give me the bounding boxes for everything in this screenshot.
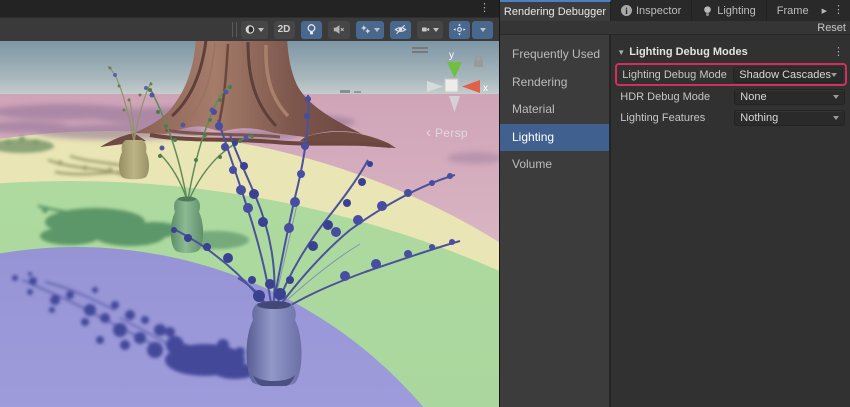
sidebar-item-volume[interactable]: Volume — [500, 151, 609, 179]
perspective-toggle[interactable]: ‹ Persp — [426, 125, 468, 140]
2d-mode-button[interactable]: 2D — [274, 21, 295, 39]
tab-scroll-arrow-icon[interactable]: ▶ — [822, 7, 827, 15]
draw-mode-button[interactable] — [241, 21, 268, 39]
tab-inspector[interactable]: i Inspector — [611, 0, 692, 21]
kebab-menu-icon[interactable]: ⋮ — [833, 47, 844, 58]
scene-view-header: ⋮ — [0, 0, 499, 17]
property-label: HDR Debug Mode — [620, 91, 734, 103]
property-label: Lighting Debug Mode — [622, 69, 733, 81]
hdr-debug-mode-dropdown[interactable]: None — [734, 89, 845, 105]
scene-objects: y x — [0, 41, 499, 407]
lighting-debug-panel: ▼ Lighting Debug Modes ⋮ Lighting Debug … — [611, 35, 850, 407]
gizmo-lock-icon[interactable] — [474, 56, 483, 67]
shading-sphere-icon — [245, 23, 255, 36]
scene-view-toolbar: 2D — [0, 17, 499, 41]
debugger-toolbar: Reset — [500, 21, 850, 35]
light-bulb-icon — [702, 5, 713, 17]
rendering-debugger-pane: Rendering Debugger i Inspector Lighting … — [500, 0, 850, 407]
gizmo-neg-x-cone[interactable] — [427, 81, 443, 92]
highlight-box: Lighting Debug Mode Shadow Cascades — [615, 63, 847, 86]
audio-mute-button[interactable] — [328, 21, 351, 39]
effects-button[interactable] — [356, 21, 384, 39]
tab-rendering-debugger[interactable]: Rendering Debugger — [500, 0, 611, 21]
horizon-object — [354, 91, 361, 93]
section-title: Lighting Debug Modes — [629, 46, 833, 58]
section-header: ▼ Lighting Debug Modes ⋮ — [611, 43, 850, 61]
scene-view-pane: ⋮ 2D — [0, 0, 499, 407]
property-row: HDR Debug Mode None — [611, 87, 850, 107]
plant-shadow-purple — [12, 272, 257, 379]
property-row: Lighting Features Nothing — [611, 108, 850, 128]
debugger-sidebar: Frequently Used Rendering Material Light… — [500, 35, 609, 407]
tab-bar: Rendering Debugger i Inspector Lighting … — [500, 0, 850, 21]
eye-hidden-icon — [394, 23, 407, 36]
overlay-handle-icon[interactable] — [412, 47, 428, 53]
property-label: Lighting Features — [620, 112, 734, 124]
effects-stars-icon — [360, 23, 371, 36]
chevron-down-icon — [833, 95, 839, 99]
speaker-muted-icon — [332, 23, 345, 36]
sidebar-item-rendering[interactable]: Rendering — [500, 69, 609, 97]
persp-label: Persp — [435, 126, 468, 140]
gizmo-y-label[interactable]: y — [449, 50, 454, 61]
property-row: Lighting Debug Mode Shadow Cascades — [619, 66, 843, 83]
chevron-down-icon — [258, 28, 264, 32]
chevron-down-icon — [833, 116, 839, 120]
foldout-triangle-icon[interactable]: ▼ — [617, 48, 625, 57]
tab-lighting[interactable]: Lighting — [692, 0, 767, 21]
chevron-down-icon — [831, 73, 837, 77]
gizmo-center-cube[interactable] — [445, 79, 458, 92]
sidebar-item-lighting[interactable]: Lighting — [500, 124, 609, 152]
unity-editor-window: ⋮ 2D — [0, 0, 850, 407]
gizmo-x-label[interactable]: x — [483, 83, 488, 94]
sidebar-item-material[interactable]: Material — [500, 96, 609, 124]
scene-lighting-button[interactable] — [301, 21, 322, 39]
kebab-menu-icon[interactable]: ⋮ — [833, 5, 844, 16]
info-icon: i — [621, 5, 632, 16]
gizmo-x-axis-cone[interactable] — [462, 80, 480, 93]
gizmo-y-axis-cone[interactable] — [447, 62, 462, 78]
kebab-menu-icon[interactable]: ⋮ — [479, 3, 490, 14]
camera-button[interactable] — [417, 21, 443, 39]
horizon-object — [340, 90, 350, 93]
persp-arrow-icon: ‹ — [426, 125, 431, 140]
chevron-down-icon — [480, 28, 486, 32]
tab-frame-debugger[interactable]: Frame D — [767, 0, 811, 21]
scene-orientation-gizmo[interactable]: y x — [427, 50, 488, 112]
light-bulb-icon — [305, 23, 318, 36]
plant-shadow-green — [38, 206, 249, 249]
gizmo-neg-y-cone[interactable] — [449, 96, 460, 112]
grass-tuft — [0, 136, 54, 153]
tab-overflow: ▶ ⋮ — [816, 0, 850, 21]
chevron-down-icon — [374, 28, 380, 32]
component-gizmo-button[interactable] — [449, 21, 470, 39]
move-gizmo-icon — [453, 23, 466, 36]
chevron-down-icon — [433, 28, 439, 32]
scene-viewport[interactable]: y x — [0, 41, 499, 407]
video-camera-icon — [421, 23, 430, 36]
lighting-debug-mode-dropdown[interactable]: Shadow Cascades — [733, 67, 843, 83]
reset-button[interactable]: Reset — [817, 22, 846, 34]
sidebar-item-frequently-used[interactable]: Frequently Used — [500, 41, 609, 69]
gizmo-dropdown-button[interactable] — [472, 21, 493, 39]
lighting-features-dropdown[interactable]: Nothing — [734, 110, 845, 126]
drag-handle-icon[interactable] — [232, 22, 237, 37]
hidden-objects-button[interactable] — [390, 21, 411, 39]
